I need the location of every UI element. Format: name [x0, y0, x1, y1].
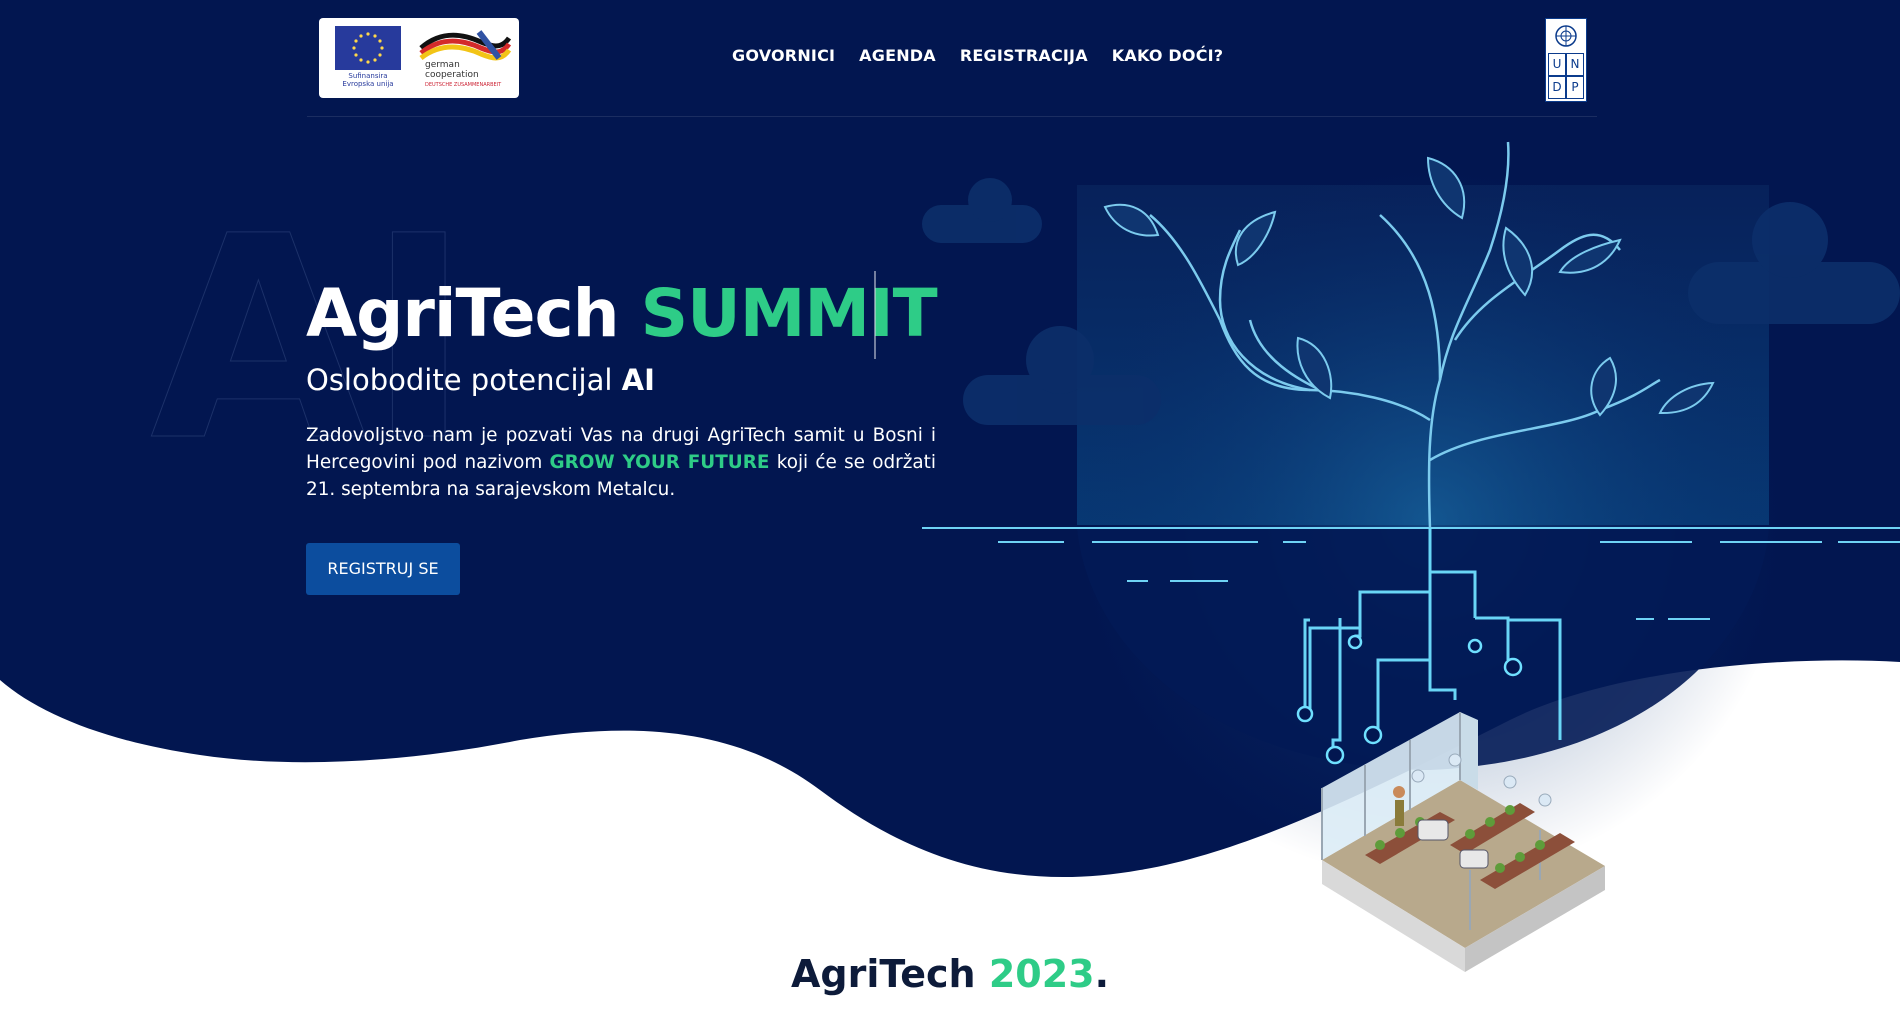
- undp-letter: D: [1548, 76, 1566, 99]
- typing-cursor: [874, 271, 876, 359]
- section-title-year: 2023: [988, 952, 1095, 996]
- undp-letter: N: [1566, 53, 1584, 76]
- eu-caption: Sufinansira Evropska unija: [333, 72, 403, 88]
- hero-description: Zadovoljstvo nam je pozvati Vas na drugi…: [306, 422, 936, 503]
- hero-illustration: [0, 0, 1900, 972]
- german-cooperation-text: german cooperation: [425, 60, 479, 80]
- section-title-dot: .: [1094, 952, 1110, 996]
- register-button[interactable]: REGISTRUJ SE: [306, 543, 460, 595]
- hero-description-highlight: GROW YOUR FUTURE: [549, 452, 770, 473]
- un-emblem-icon: [1552, 23, 1580, 49]
- nav-agenda[interactable]: AGENDA: [859, 46, 936, 65]
- hero-subtitle-strong: AI: [621, 363, 655, 397]
- undp-letters: U N D P: [1548, 53, 1584, 99]
- undp-letter: U: [1548, 53, 1566, 76]
- undp-letter: P: [1566, 76, 1584, 99]
- section-title-main: AgriTech: [790, 952, 989, 996]
- section-title: AgriTech 2023.: [0, 952, 1900, 996]
- eu-caption-line1: Sufinansira: [348, 72, 388, 80]
- nav-kako-doci[interactable]: KAKO DOĆI?: [1112, 46, 1224, 65]
- hero-background: [0, 0, 1900, 1010]
- site-header: Sufinansira Evropska unija german cooper…: [307, 18, 1597, 117]
- eu-caption-line2: Evropska unija: [342, 80, 394, 88]
- eu-flag-icon: [335, 26, 401, 70]
- hero-title-main: AgriTech: [306, 275, 641, 352]
- hero-title: AgriTech SUMMIT: [306, 275, 938, 352]
- partner-line1: german: [425, 60, 460, 70]
- nav-registracija[interactable]: REGISTRACIJA: [960, 46, 1088, 65]
- hero-subtitle: Oslobodite potencijal AI: [306, 363, 655, 397]
- sponsor-logo[interactable]: Sufinansira Evropska unija german cooper…: [319, 18, 519, 98]
- undp-logo[interactable]: U N D P: [1545, 18, 1587, 102]
- main-nav: GOVORNICI AGENDA REGISTRACIJA KAKO DOĆI?: [732, 46, 1223, 65]
- hero-subtitle-main: Oslobodite potencijal: [306, 363, 622, 397]
- hero-title-accent: SUMMIT: [640, 275, 938, 352]
- nav-govornici[interactable]: GOVORNICI: [732, 46, 835, 65]
- partner-line2: cooperation: [425, 70, 479, 80]
- partner-subtitle: DEUTSCHE ZUSAMMENARBEIT: [425, 82, 502, 88]
